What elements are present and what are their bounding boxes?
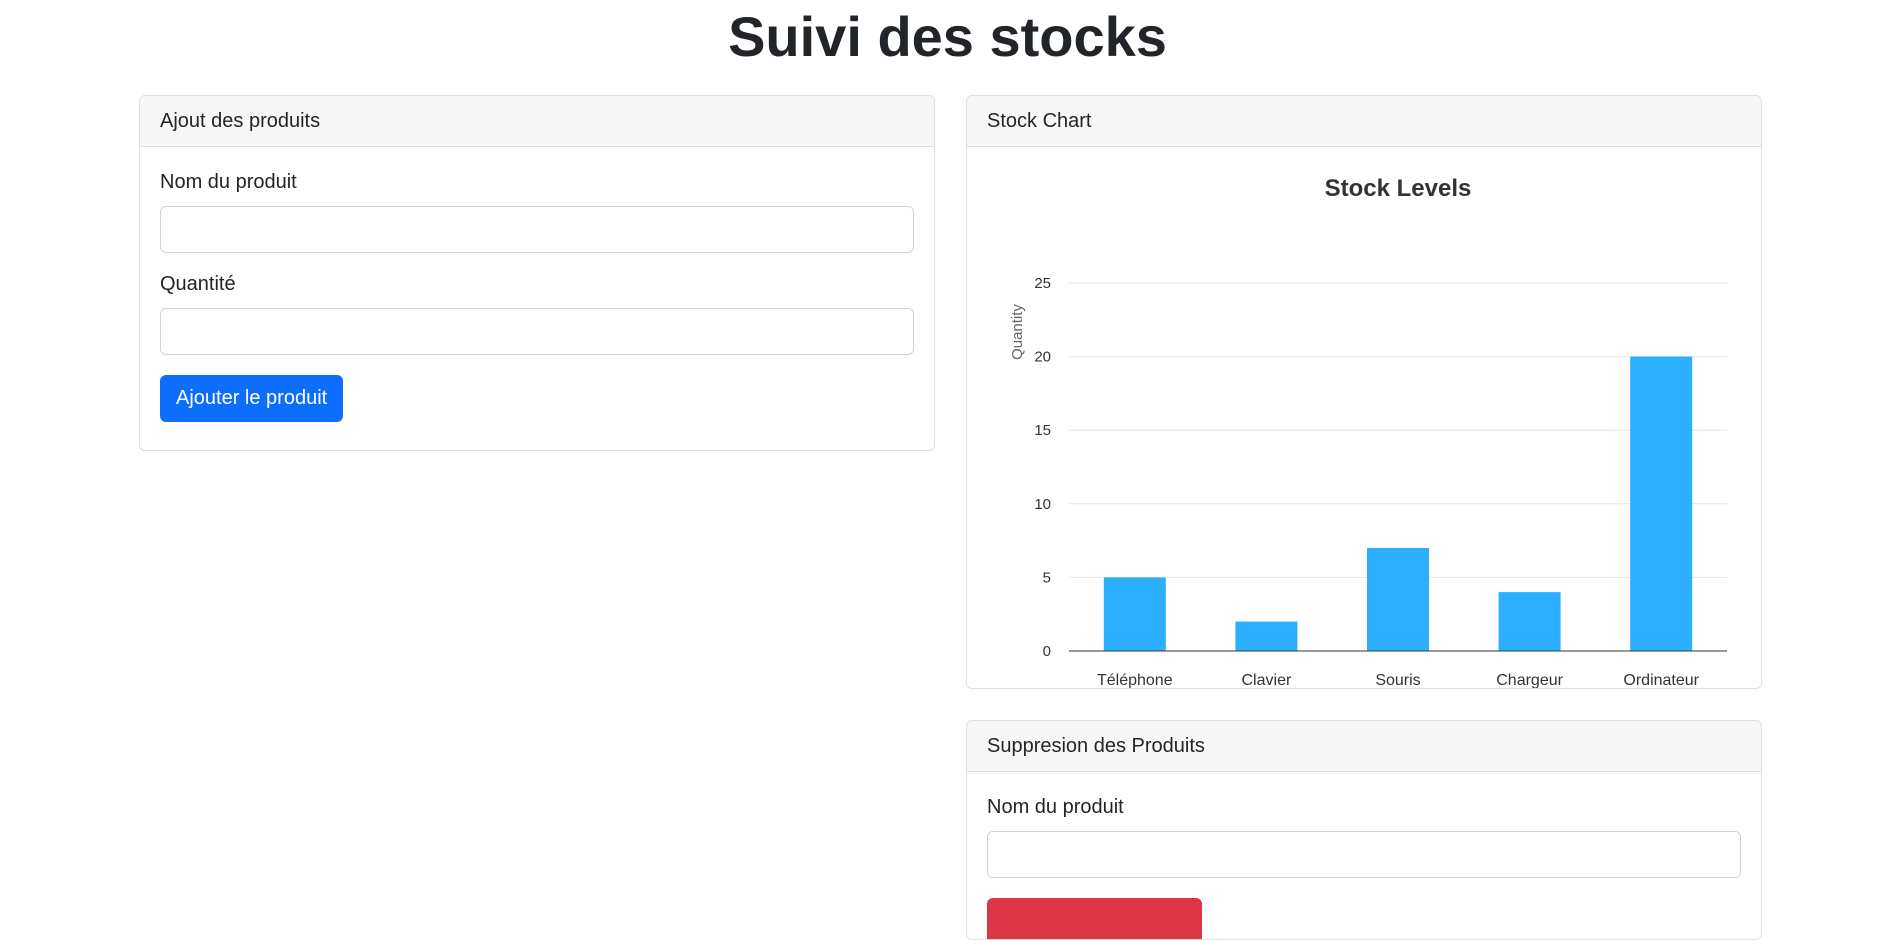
y-tick-label: 10 [1034, 496, 1051, 513]
x-tick-label: Ordinateur [1623, 672, 1699, 688]
quantity-label: Quantité [160, 273, 236, 295]
product-name-label: Nom du produit [160, 171, 297, 193]
stock-chart: Stock Levels 0 5 10 15 20 25 Quantity Téléphone C… [1009, 175, 1727, 688]
y-axis-title: Quantity [1009, 304, 1026, 360]
bar-chargeur [1498, 592, 1561, 651]
add-product-button[interactable]: Ajouter le produit [160, 375, 344, 422]
delete-product-card: Suppresion des Produits Nom du produit [966, 720, 1762, 940]
stock-chart-card: Stock Chart Stock Levels 0 5 10 15 20 25 Quanti… [966, 95, 1762, 689]
add-product-card: Ajout des produits Nom du produit Quanti… [139, 95, 935, 451]
y-tick-label: 5 [1043, 569, 1051, 586]
bar-clavier [1235, 621, 1298, 651]
bar-ordinateur [1630, 356, 1693, 651]
add-product-body: Nom du produit Quantité Ajouter le produ… [140, 147, 934, 442]
y-tick-label: 20 [1034, 349, 1051, 366]
x-tick-label: Chargeur [1496, 672, 1563, 688]
x-tick-label: Souris [1375, 672, 1420, 688]
y-tick-label: 15 [1034, 422, 1051, 439]
delete-product-name-label: Nom du produit [987, 796, 1124, 818]
stock-chart-header: Stock Chart [967, 96, 1761, 147]
delete-product-header: Suppresion des Produits [967, 721, 1761, 772]
x-tick-label: Téléphone [1097, 672, 1173, 688]
x-tick-label: Clavier [1242, 672, 1292, 688]
bar-téléphone [1103, 577, 1166, 651]
product-name-input[interactable] [160, 206, 914, 253]
y-tick-label: 0 [1043, 643, 1051, 660]
delete-product-button[interactable] [987, 898, 1202, 939]
delete-product-body: Nom du produit [967, 772, 1761, 939]
quantity-input[interactable] [160, 308, 914, 355]
page-title: Suivi des stocks [728, 5, 1167, 68]
y-tick-label: 25 [1034, 275, 1051, 292]
chart-title: Stock Levels [1325, 175, 1472, 202]
add-product-header: Ajout des produits [140, 96, 934, 147]
delete-product-name-input[interactable] [987, 831, 1741, 878]
bar-souris [1367, 547, 1429, 651]
